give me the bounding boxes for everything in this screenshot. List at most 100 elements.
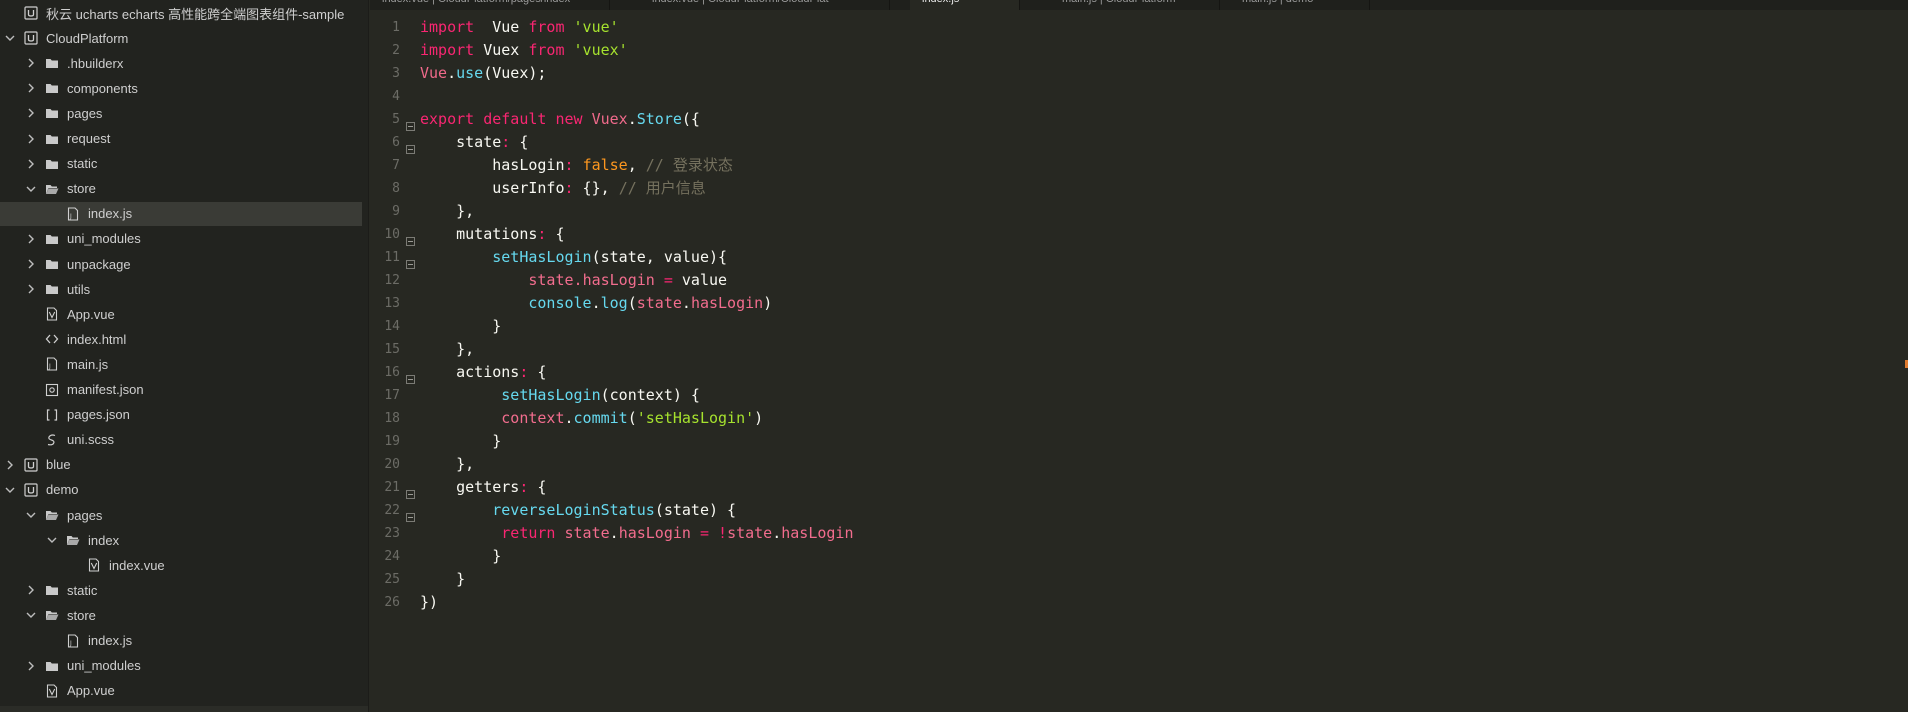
tree-item[interactable]: pages (0, 101, 362, 125)
chevron-right-icon[interactable] (25, 158, 37, 170)
tree-item[interactable]: index.html (0, 327, 362, 351)
tree-item[interactable]: CloudPlatform (0, 26, 362, 50)
chevron-right-icon[interactable] (25, 133, 37, 145)
tree-item[interactable]: App.vue (0, 679, 362, 703)
chevron-right-icon[interactable] (25, 57, 37, 69)
tree-item[interactable]: App.vue (0, 302, 362, 326)
code-line[interactable]: 16 actions: { (370, 361, 1870, 384)
code-token: ( (627, 294, 637, 312)
chevron-right-icon[interactable] (25, 107, 37, 119)
tree-item[interactable]: index.vue (0, 553, 362, 577)
tree-item[interactable]: demo (0, 478, 362, 502)
code-token: . (627, 110, 637, 128)
folder-icon (45, 257, 59, 271)
code-line[interactable]: 24 } (370, 545, 1870, 568)
code-line[interactable]: 25 } (370, 568, 1870, 591)
code-line[interactable]: 23 return state.hasLogin = !state.hasLog… (370, 522, 1870, 545)
tree-item[interactable]: Jmain.js (0, 352, 362, 376)
fold-toggle-icon[interactable] (406, 368, 415, 384)
code-line[interactable]: 3 Vue.use(Vuex); (370, 62, 1870, 85)
chevron-right-icon[interactable] (25, 258, 37, 270)
code-line[interactable]: 8 userInfo: {}, // 用户信息 (370, 177, 1870, 200)
code-line[interactable]: 26}) (370, 591, 1870, 614)
fold-toggle-icon[interactable] (406, 506, 415, 522)
chevron-down-icon[interactable] (25, 183, 37, 195)
tree-item[interactable]: uni_modules (0, 227, 362, 251)
code-line[interactable]: 19 } (370, 430, 1870, 453)
tree-item[interactable]: store (0, 177, 362, 201)
tree-item[interactable]: static (0, 578, 362, 602)
fold-toggle-icon[interactable] (406, 115, 415, 131)
tree-item[interactable]: blue (0, 453, 362, 477)
chevron-right-icon[interactable] (25, 233, 37, 245)
tree-item[interactable]: 秋云 ucharts echarts 高性能跨全端图表组件-sample (0, 1, 362, 25)
code-line[interactable]: 18 context.commit('setHasLogin') (370, 407, 1870, 430)
code-line[interactable]: 7 hasLogin: false, // 登录状态 (370, 154, 1870, 177)
fold-toggle-icon[interactable] (406, 138, 415, 154)
code-line[interactable]: 15 }, (370, 338, 1870, 361)
editor-tab[interactable]: index.js (910, 0, 1020, 10)
fold-toggle-icon[interactable] (406, 230, 415, 246)
code-line[interactable]: 1 import Vue from 'vue' (370, 16, 1870, 39)
tree-item-label: .hbuilderx (67, 55, 124, 71)
tree-item[interactable]: uni.scss (0, 428, 362, 452)
code-line[interactable]: 14 } (370, 315, 1870, 338)
tree-item[interactable]: Jindex.js (0, 201, 362, 226)
code-line[interactable]: 2 import Vuex from 'vuex' (370, 39, 1870, 62)
fold-toggle-icon[interactable] (406, 253, 415, 269)
code-line[interactable]: 20 }, (370, 453, 1870, 476)
tree-item[interactable]: manifest.json (0, 378, 362, 402)
code-line[interactable]: 6 state: { (370, 131, 1870, 154)
chevron-right-icon[interactable] (25, 584, 37, 596)
editor-tab[interactable]: index.vue | CloudPlatform/CloudPlat (640, 0, 890, 10)
chevron-right-icon[interactable] (25, 82, 37, 94)
tree-item[interactable]: utils (0, 277, 362, 301)
code-token: from (519, 41, 574, 59)
code-text: return state.hasLogin = !state.hasLogin (420, 522, 853, 545)
tree-item[interactable]: uni_modules (0, 654, 362, 678)
sidebar-footer (0, 706, 368, 712)
tree-item[interactable]: index (0, 528, 362, 552)
tree-item[interactable]: static (0, 152, 362, 176)
tree-item[interactable]: unpackage (0, 252, 362, 276)
chevron-down-icon[interactable] (4, 32, 16, 44)
tree-item-label: uni_modules (67, 231, 141, 247)
tree-item[interactable]: store (0, 603, 362, 627)
code-line[interactable]: 21 getters: { (370, 476, 1870, 499)
code-line[interactable]: 11 setHasLogin(state, value){ (370, 246, 1870, 269)
editor-tab[interactable]: main.js | demo (1230, 0, 1370, 10)
chevron-right-icon[interactable] (25, 660, 37, 672)
code-line[interactable]: 13 console.log(state.hasLogin) (370, 292, 1870, 315)
code-editor[interactable]: 1 import Vue from 'vue' 2 import Vuex from … (370, 10, 1908, 712)
tree-item[interactable]: .hbuilderx (0, 51, 362, 75)
tree-item[interactable]: pages (0, 503, 362, 527)
code-line[interactable]: 22 reverseLoginStatus(state) { (370, 499, 1870, 522)
chevron-right-icon[interactable] (25, 283, 37, 295)
editor-tab[interactable]: index.vue | CloudPlatform/pages/index (370, 0, 610, 10)
code-line[interactable]: 12 state.hasLogin = value (370, 269, 1870, 292)
fold-toggle-icon[interactable] (406, 483, 415, 499)
code-line[interactable]: 17 setHasLogin(context) { (370, 384, 1870, 407)
chevron-down-icon[interactable] (4, 484, 16, 496)
tree-item[interactable]: Jindex.js (0, 629, 362, 653)
chevron-down-icon[interactable] (25, 509, 37, 521)
editor-tab[interactable]: main.js | CloudPlatform (1050, 0, 1220, 10)
tree-item[interactable]: components (0, 76, 362, 100)
code-token: (context) { (600, 386, 700, 404)
tree-item[interactable]: request (0, 127, 362, 151)
chevron-down-icon[interactable] (25, 609, 37, 621)
code-line[interactable]: 5 export default new Vuex.Store({ (370, 108, 1870, 131)
chevron-right-icon[interactable] (4, 459, 16, 471)
code-line[interactable]: 9 }, (370, 200, 1870, 223)
code-line[interactable]: 4 (370, 85, 1870, 108)
code-text: }, (420, 200, 474, 223)
chevron-down-icon[interactable] (46, 534, 58, 546)
line-number: 26 (384, 595, 400, 610)
tree-item[interactable]: pages.json (0, 403, 362, 427)
code-line[interactable]: 10 mutations: { (370, 223, 1870, 246)
